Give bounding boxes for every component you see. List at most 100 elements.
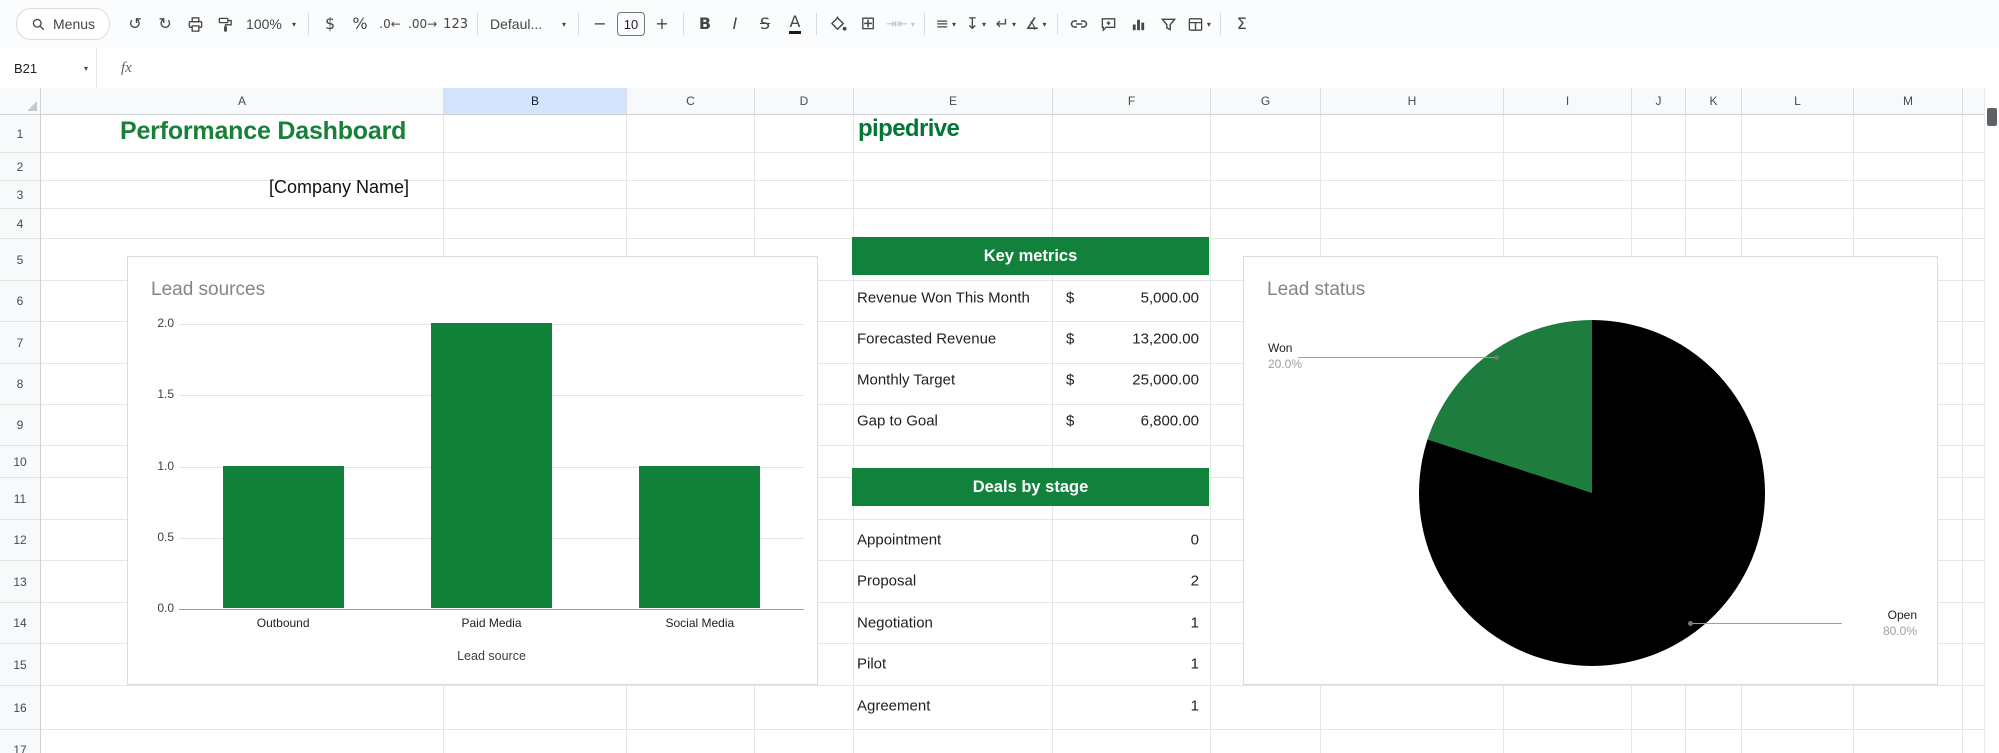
- key-metric-value: 25,000.00: [1132, 371, 1199, 388]
- vertical-scrollbar[interactable]: [1984, 88, 1999, 753]
- row-header-10[interactable]: 10: [0, 446, 40, 478]
- functions-button[interactable]: Σ: [1227, 9, 1257, 39]
- row-header-3[interactable]: 3: [0, 181, 40, 209]
- key-metric-value: 13,200.00: [1132, 330, 1199, 347]
- undo-button[interactable]: ↺: [120, 9, 150, 39]
- chart-title: Lead sources: [151, 279, 266, 300]
- decrease-decimal-button[interactable]: .0←: [375, 9, 405, 39]
- name-box[interactable]: B21 ▾: [0, 48, 96, 88]
- row-header-9[interactable]: 9: [0, 405, 40, 446]
- key-metric-value: 5,000.00: [1140, 289, 1199, 306]
- horizontal-align-button[interactable]: ≡ ▾: [931, 9, 961, 39]
- row-header-13[interactable]: 13: [0, 561, 40, 603]
- zoom-control[interactable]: 100% ▾: [240, 9, 302, 39]
- key-metric-label: Revenue Won This Month: [857, 289, 1030, 306]
- font-size-input[interactable]: 10: [617, 12, 645, 36]
- menus-search-button[interactable]: Menus: [16, 8, 111, 40]
- deal-stage-value: 0: [1190, 531, 1199, 549]
- text-color-button[interactable]: A: [780, 9, 810, 39]
- row-header-14[interactable]: 14: [0, 603, 40, 644]
- number-format-icon: 123: [443, 16, 468, 32]
- row-header-17[interactable]: 17: [0, 730, 40, 753]
- y-tick-label: 1.0: [157, 458, 174, 473]
- row-header-5[interactable]: 5: [0, 239, 40, 281]
- column-header-H[interactable]: H: [1321, 88, 1504, 114]
- pie-chart: [1419, 320, 1765, 666]
- increase-decimal-button[interactable]: .00→: [405, 9, 440, 39]
- currency-symbol: $: [1066, 371, 1075, 388]
- format-currency-button[interactable]: $: [315, 9, 345, 39]
- column-header-D[interactable]: D: [755, 88, 854, 114]
- comment-icon: [1100, 16, 1117, 33]
- decrease-font-size-button[interactable]: −: [585, 9, 615, 39]
- column-header-E[interactable]: E: [854, 88, 1053, 114]
- print-button[interactable]: [180, 9, 210, 39]
- scrollbar-thumb[interactable]: [1987, 108, 1997, 126]
- redo-icon: ↻: [158, 14, 172, 33]
- insert-comment-button[interactable]: [1094, 9, 1124, 39]
- row-header-15[interactable]: 15: [0, 644, 40, 686]
- plus-icon: +: [655, 14, 669, 33]
- pie-callout-open: Open 80.0%: [1847, 607, 1917, 639]
- y-tick-label: 0.5: [157, 529, 174, 544]
- italic-button[interactable]: I: [720, 9, 750, 39]
- row-header-12[interactable]: 12: [0, 520, 40, 561]
- text-wrap-button[interactable]: ↵ ▾: [991, 9, 1021, 39]
- row-header-1[interactable]: 1: [0, 115, 40, 153]
- row-header-11[interactable]: 11: [0, 478, 40, 520]
- bold-button[interactable]: B: [690, 9, 720, 39]
- row-header-4[interactable]: 4: [0, 209, 40, 239]
- column-header-J[interactable]: J: [1632, 88, 1686, 114]
- column-header-I[interactable]: I: [1504, 88, 1632, 114]
- fill-color-button[interactable]: [823, 9, 853, 39]
- strikethrough-button[interactable]: S: [750, 9, 780, 39]
- column-header-G[interactable]: G: [1211, 88, 1321, 114]
- merge-cells-button[interactable]: ⇥⇤ ▾: [883, 9, 918, 39]
- key-metric-row: Forecasted Revenue $13,200.00: [852, 318, 1209, 359]
- column-header-K[interactable]: K: [1686, 88, 1742, 114]
- grid-hline: [41, 152, 1999, 153]
- grid-hline: [41, 729, 1999, 730]
- currency-symbol: $: [1066, 289, 1075, 306]
- deal-stage-value: 1: [1190, 655, 1199, 673]
- redo-button[interactable]: ↻: [150, 9, 180, 39]
- lead-sources-chart[interactable]: Lead sources 2.0 1.5 1.0 0.5 0.0 Outbound Pai…: [127, 256, 818, 685]
- create-filter-button[interactable]: [1154, 9, 1184, 39]
- column-header-L[interactable]: L: [1742, 88, 1854, 114]
- select-all-corner[interactable]: [0, 88, 41, 115]
- column-header-F[interactable]: F: [1053, 88, 1211, 114]
- table-views-button[interactable]: ▾: [1184, 9, 1214, 39]
- merge-cells-icon: ⇥⇤: [886, 16, 908, 32]
- zoom-value: 100%: [246, 16, 282, 32]
- toolbar-divider: [578, 13, 579, 35]
- row-header-6[interactable]: 6: [0, 281, 40, 322]
- chevron-down-icon: ▾: [1042, 19, 1047, 29]
- increase-font-size-button[interactable]: +: [647, 9, 677, 39]
- column-header-B[interactable]: B: [444, 88, 627, 114]
- chevron-down-icon: ▾: [292, 19, 297, 29]
- toolbar: Menus ↺ ↻ 100% ▾ $ % .0← .00→ 123 Defaul…: [0, 0, 1999, 49]
- font-family-selector[interactable]: Defaul... ▾: [484, 9, 572, 39]
- format-percent-button[interactable]: %: [345, 9, 375, 39]
- company-name: [Company Name]: [269, 177, 410, 197]
- link-icon: [1070, 15, 1088, 33]
- insert-chart-button[interactable]: [1124, 9, 1154, 39]
- active-cell-reference: B21: [14, 60, 38, 76]
- key-metric-row: Revenue Won This Month $5,000.00: [852, 277, 1209, 318]
- row-header-7[interactable]: 7: [0, 322, 40, 364]
- text-rotation-button[interactable]: ∡ ▾: [1021, 9, 1051, 39]
- row-header-16[interactable]: 16: [0, 686, 40, 730]
- insert-link-button[interactable]: [1064, 9, 1094, 39]
- paint-format-button[interactable]: [210, 9, 240, 39]
- column-header-M[interactable]: M: [1854, 88, 1963, 114]
- table-views-icon: [1187, 16, 1204, 33]
- bar-outbound: [222, 465, 344, 608]
- borders-button[interactable]: ⊞: [853, 9, 883, 39]
- column-header-A[interactable]: A: [41, 88, 444, 114]
- vertical-align-button[interactable]: ↧ ▾: [961, 9, 991, 39]
- number-format-button[interactable]: 123: [440, 9, 471, 39]
- lead-status-chart[interactable]: Lead status Won 20.0% Open 80.0%: [1243, 256, 1938, 685]
- column-header-C[interactable]: C: [627, 88, 755, 114]
- row-header-8[interactable]: 8: [0, 364, 40, 405]
- row-header-2[interactable]: 2: [0, 153, 40, 181]
